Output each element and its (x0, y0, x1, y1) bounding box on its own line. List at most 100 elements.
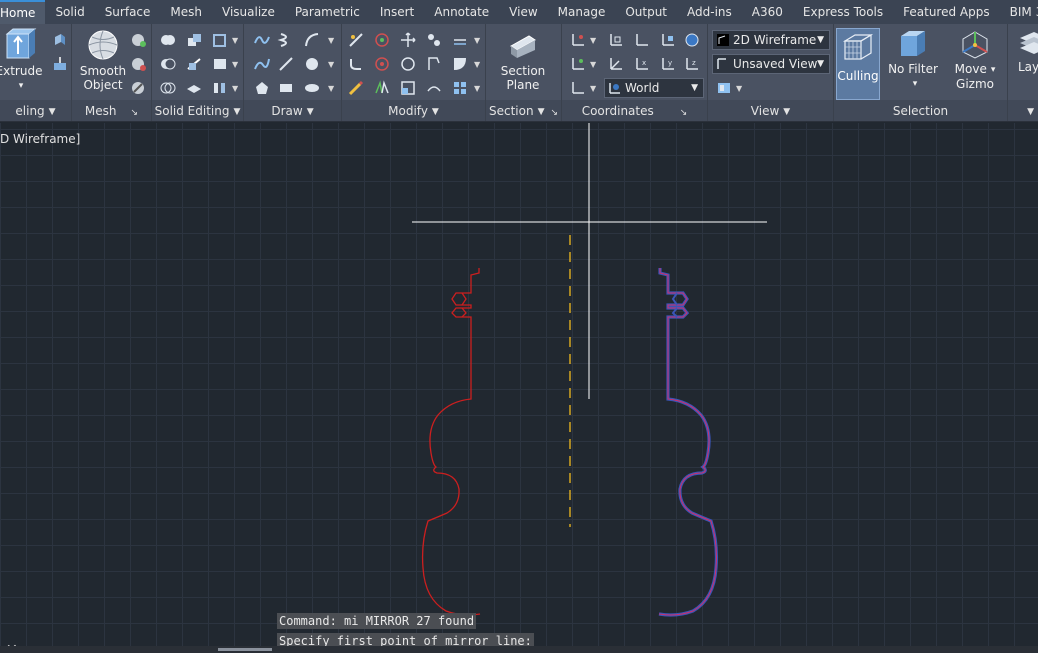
view-panel-title[interactable]: View ▼ (708, 100, 833, 121)
tab-add-ins[interactable]: Add-ins (677, 0, 742, 24)
circle-button[interactable] (302, 54, 322, 74)
helix-button[interactable] (276, 30, 296, 50)
tab-manage[interactable]: Manage (548, 0, 616, 24)
fillet-button[interactable] (346, 54, 366, 74)
separate-button[interactable] (210, 78, 230, 98)
arc-button[interactable] (302, 30, 322, 50)
layers-panel-title[interactable]: ▼ (1008, 100, 1038, 121)
ucs-select[interactable]: World ▼ (604, 78, 704, 98)
tab-parametric[interactable]: Parametric (285, 0, 370, 24)
drawing-viewport[interactable]: D Wireframe] Command: mi MIRROR 27 found… (0, 123, 1038, 653)
scale-button[interactable] (398, 78, 418, 98)
tab-annotate[interactable]: Annotate (424, 0, 499, 24)
section-plane-button[interactable]: Section Plane (492, 28, 554, 94)
culling-button[interactable]: Culling (836, 28, 880, 100)
extrude-dropdown-icon[interactable]: ▾ (19, 81, 24, 91)
ucs-view-button[interactable] (568, 78, 588, 98)
extrude-button[interactable]: Extrude ▾ (0, 28, 54, 94)
tab-insert[interactable]: Insert (370, 0, 424, 24)
slice-button[interactable] (184, 54, 204, 74)
coordinates-panel-title[interactable]: Coordinates ↘ (562, 100, 707, 121)
subtract-button[interactable] (158, 54, 178, 74)
imprint-button[interactable] (210, 54, 230, 74)
solid-editing-panel-title[interactable]: Solid Editing ▼ (152, 100, 243, 121)
ucs-z-axis-button[interactable] (606, 54, 626, 74)
chevron-down-icon[interactable]: ▼ (232, 36, 238, 45)
polygon-button[interactable] (252, 78, 272, 98)
ellipse-button[interactable] (302, 78, 322, 98)
spline-button[interactable] (252, 30, 272, 50)
mesh-smooth-less-button[interactable] (128, 54, 148, 74)
chevron-down-icon[interactable]: ▼ (474, 60, 480, 69)
3d-mirror-button[interactable] (372, 78, 392, 98)
dialog-launcher-icon[interactable]: ↘ (680, 108, 688, 118)
3d-align-button[interactable] (372, 30, 392, 50)
chevron-down-icon[interactable]: ▼ (328, 84, 334, 93)
drawing-canvas[interactable] (0, 123, 1038, 653)
copy-button[interactable] (424, 30, 444, 50)
array-button[interactable] (424, 78, 444, 98)
ucs-3point-button[interactable] (568, 54, 588, 74)
intersect-button[interactable] (158, 78, 178, 98)
move-button[interactable] (398, 30, 418, 50)
ucs-z-button[interactable]: z (682, 54, 702, 74)
region-button[interactable] (450, 54, 470, 74)
mesh-panel-title[interactable]: Mesh ↘ (72, 100, 151, 121)
rectangle-button[interactable] (276, 78, 296, 98)
pencil-button[interactable] (346, 78, 366, 98)
tab-surface[interactable]: Surface (95, 0, 161, 24)
presspull-button[interactable] (50, 30, 70, 50)
union-button[interactable] (158, 30, 178, 50)
saved-view-select[interactable]: Unsaved View ▼ (712, 54, 830, 74)
chevron-down-icon[interactable]: ▼ (590, 84, 596, 93)
rect-array-button[interactable] (450, 78, 470, 98)
polyline-button[interactable] (252, 54, 272, 74)
smooth-object-button[interactable]: Smooth Object (72, 28, 134, 94)
chevron-down-icon[interactable]: ▼ (590, 36, 596, 45)
viewport-config-button[interactable] (714, 78, 734, 98)
ucs-x-button[interactable]: x (632, 54, 652, 74)
selection-panel-title[interactable]: Selection (834, 100, 1007, 121)
tab-output[interactable]: Output (615, 0, 677, 24)
interfere-button[interactable] (184, 30, 204, 50)
dialog-launcher-icon[interactable]: ↘ (131, 108, 139, 118)
draw-panel-title[interactable]: Draw ▼ (244, 100, 341, 121)
stretch-button[interactable] (424, 54, 444, 74)
move-gizmo-button[interactable]: Move ▾ Gizmo (944, 28, 1006, 94)
section-panel-title[interactable]: Section ▼ ↘ (486, 100, 561, 121)
trim-button[interactable] (346, 30, 366, 50)
tab-a360[interactable]: A360 (742, 0, 793, 24)
mesh-smooth-more-button[interactable] (128, 30, 148, 50)
chevron-down-icon[interactable]: ▼ (232, 60, 238, 69)
tab-featured-apps[interactable]: Featured Apps (893, 0, 999, 24)
violin-body-original[interactable] (421, 268, 481, 616)
layer-properties-button[interactable]: Lay (1012, 28, 1038, 94)
ucs-origin-button[interactable] (606, 30, 626, 50)
chevron-down-icon[interactable]: ▼ (590, 60, 596, 69)
chevron-down-icon[interactable]: ▼ (328, 36, 334, 45)
tab-home[interactable]: Home (0, 0, 46, 24)
refine-mesh-button[interactable] (128, 78, 148, 98)
violin-outline-original[interactable] (421, 268, 481, 616)
scrollbar-thumb[interactable] (218, 648, 272, 651)
tab-mesh[interactable]: Mesh (160, 0, 212, 24)
tab-express-tools[interactable]: Express Tools (793, 0, 893, 24)
ucs-y-button[interactable]: y (658, 54, 678, 74)
chevron-down-icon[interactable]: ▼ (474, 84, 480, 93)
chevron-down-icon[interactable]: ▼ (232, 84, 238, 93)
modify-panel-title[interactable]: Modify ▼ (342, 100, 485, 121)
chevron-down-icon[interactable]: ▼ (328, 60, 334, 69)
3d-move-button[interactable] (372, 54, 392, 74)
dialog-launcher-icon[interactable]: ↘ (550, 108, 558, 118)
thicken-button[interactable] (184, 78, 204, 98)
extract-edges-button[interactable] (210, 30, 230, 50)
violin-outline-mirrored[interactable] (658, 268, 719, 617)
chevron-down-icon[interactable]: ▼ (474, 36, 480, 45)
chevron-down-icon[interactable]: ▼ (736, 84, 742, 93)
ucs-world-button[interactable] (632, 30, 652, 50)
tab-view[interactable]: View (499, 0, 547, 24)
tab-bim-360[interactable]: BIM 360 (1000, 0, 1038, 24)
line-button[interactable] (276, 54, 296, 74)
rotate-button[interactable] (398, 54, 418, 74)
ucs-named-button[interactable] (658, 30, 678, 50)
